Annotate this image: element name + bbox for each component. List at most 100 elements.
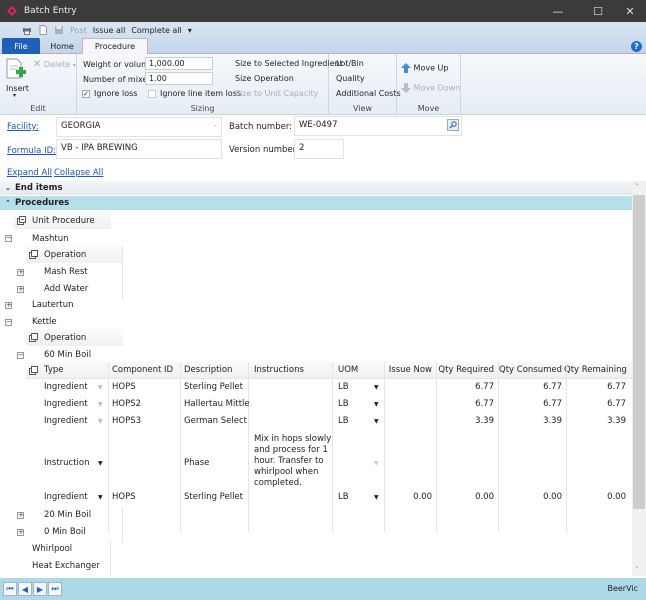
new-document-icon[interactable] (38, 25, 48, 35)
column-header-component-id[interactable]: Component ID (112, 365, 173, 375)
column-chooser-icon[interactable] (29, 250, 38, 259)
vertical-scrollbar[interactable]: ˄ ˅ (632, 181, 646, 576)
lookup-icon[interactable] (447, 119, 459, 131)
move-down-button[interactable]: Move Down (401, 83, 460, 93)
operation-20-min-boil[interactable]: 20 Min Boil (44, 510, 91, 520)
column-header-instructions[interactable]: Instructions (254, 365, 304, 375)
operation-0-min-boil[interactable]: 0 Min Boil (44, 527, 86, 537)
customize-toolbar-button[interactable]: ▾ (188, 26, 192, 35)
table-row[interactable]: Ingredient ▼ HOPS3 German Select LB ▼ 3.… (26, 413, 632, 430)
column-chooser-icon[interactable] (29, 333, 38, 342)
next-record-button[interactable]: ▶ (33, 582, 47, 596)
save-icon[interactable] (54, 25, 64, 35)
facility-select[interactable]: GEORGIA - (56, 117, 222, 137)
column-header-type[interactable]: Type (44, 365, 64, 375)
scrollbar-thumb[interactable] (633, 195, 645, 509)
close-button[interactable]: ✕ (612, 0, 646, 22)
type-dropdown-icon[interactable]: ▼ (98, 401, 103, 408)
size-selected-ingredient-button[interactable]: Size to Selected Ingredient (235, 59, 343, 68)
last-record-button[interactable]: ⏭ (48, 582, 62, 596)
size-unit-capacity-button[interactable]: Size to Unit Capacity (235, 89, 318, 98)
issue-all-button[interactable]: Issue all (93, 26, 126, 35)
scroll-up-icon[interactable]: ˄ (635, 183, 639, 191)
unit-mashtun[interactable]: Mashtun (32, 234, 68, 244)
delete-button[interactable]: ✕ Delete ▾ (33, 59, 76, 70)
post-button[interactable]: Post (70, 26, 87, 35)
formula-id-input[interactable]: VB - IPA BREWING (56, 139, 222, 159)
expand-toggle[interactable]: + (17, 529, 24, 536)
column-header-issue-now[interactable]: Issue Now (386, 365, 432, 375)
column-header-qty-remaining[interactable]: Qty Remaining (564, 365, 627, 375)
column-header-qty-consumed[interactable]: Qty Consumed (496, 365, 562, 375)
column-chooser-icon[interactable] (17, 216, 26, 225)
unit-heat-exchanger[interactable]: Heat Exchanger (32, 561, 100, 571)
batch-number-input[interactable]: WE-0497 (294, 116, 462, 136)
table-row[interactable]: Ingredient ▼ HOPS2 Hallertau Mittlefr LB… (26, 396, 632, 413)
type-dropdown-icon[interactable]: ▼ (98, 418, 103, 425)
expand-all-link[interactable]: Expand All (7, 168, 52, 178)
formula-id-link[interactable]: Formula ID: (7, 146, 56, 156)
ignore-loss-checkbox[interactable]: ✓ (82, 90, 90, 98)
column-header-uom[interactable]: UOM (338, 365, 358, 375)
arrow-up-icon (401, 63, 411, 73)
quality-button[interactable]: Quality (336, 74, 365, 83)
table-row[interactable]: Ingredient ▼ HOPS Sterling Pellet LB ▼ 0… (26, 489, 632, 506)
uom-dropdown-icon[interactable]: ▼ (374, 460, 379, 467)
expand-toggle[interactable]: + (5, 302, 12, 309)
table-row[interactable]: Instruction ▼ Phase Mix in hops slowly a… (26, 430, 632, 498)
arrow-down-icon (401, 83, 411, 93)
operation-mash-rest[interactable]: Mash Rest (44, 267, 88, 277)
expand-toggle[interactable]: + (17, 269, 24, 276)
unit-lautertun[interactable]: Lautertun (32, 300, 74, 310)
previous-record-button[interactable]: ◀ (18, 582, 32, 596)
operation-60-min-boil[interactable]: 60 Min Boil (44, 350, 91, 360)
type-dropdown-icon[interactable]: ▼ (98, 384, 103, 391)
uom-dropdown-icon[interactable]: ▼ (374, 384, 379, 391)
additional-costs-button[interactable]: Additional Costs (336, 89, 401, 98)
first-record-button[interactable]: ⏮ (3, 582, 17, 596)
mixes-input[interactable]: 1.00 (145, 72, 213, 85)
table-row[interactable]: Ingredient ▼ HOPS Sterling Pellet LB ▼ 6… (26, 379, 632, 396)
uom-dropdown-icon[interactable]: ▼ (374, 494, 379, 501)
complete-all-button[interactable]: Complete all (131, 26, 181, 35)
current-user: BeerVic (607, 584, 638, 593)
collapse-toggle[interactable]: − (5, 235, 12, 242)
ignore-loss-label: Ignore loss (94, 89, 138, 98)
facility-link[interactable]: Facility: (7, 122, 39, 132)
operation-add-water[interactable]: Add Water (44, 284, 88, 294)
size-operation-button[interactable]: Size Operation (235, 74, 294, 83)
maximize-button[interactable]: ☐ (580, 0, 616, 22)
expand-toggle[interactable]: + (17, 512, 24, 519)
version-number-input[interactable]: 2 (294, 139, 344, 159)
type-dropdown-icon[interactable]: ▼ (98, 494, 103, 501)
print-icon[interactable] (22, 25, 32, 35)
ignore-line-loss-checkbox[interactable] (148, 90, 156, 98)
column-header-description[interactable]: Description (184, 365, 232, 375)
uom-dropdown-icon[interactable]: ▼ (374, 418, 379, 425)
insert-button[interactable]: Insert ▾ (5, 58, 29, 102)
tab-home[interactable]: Home (42, 38, 82, 54)
scroll-down-icon[interactable]: ˅ (635, 566, 639, 574)
unit-kettle[interactable]: Kettle (32, 317, 57, 327)
window-title: Batch Entry (24, 6, 77, 16)
instructions-text[interactable]: Mix in hops slowly and process for 1 hou… (254, 434, 342, 489)
weight-input[interactable]: 1,000.00 (145, 57, 213, 70)
minimize-button[interactable]: — (540, 0, 576, 22)
column-header-qty-required[interactable]: Qty Required (436, 365, 494, 375)
expand-toggle[interactable]: + (17, 286, 24, 293)
uom-dropdown-icon[interactable]: ▼ (374, 401, 379, 408)
ribbon-group-view: Lot/Bin Quality Additional Costs View (329, 54, 401, 115)
collapse-toggle[interactable]: − (5, 319, 12, 326)
unit-whirlpool[interactable]: Whirlpool (32, 544, 72, 554)
column-chooser-icon[interactable] (29, 366, 38, 375)
tab-procedure[interactable]: Procedure (82, 38, 148, 54)
type-dropdown-icon[interactable]: ▼ (98, 460, 103, 467)
collapse-toggle[interactable]: − (17, 352, 24, 359)
tab-file[interactable]: File (2, 38, 40, 54)
move-up-button[interactable]: Move Up (401, 63, 448, 73)
collapse-all-link[interactable]: Collapse All (54, 168, 103, 178)
lot-bin-button[interactable]: Lot/Bin (336, 59, 364, 68)
section-procedures[interactable]: ⌃ Procedures (0, 196, 632, 210)
help-icon[interactable]: ? (631, 41, 642, 52)
section-end-items[interactable]: ⌄ End items (0, 181, 632, 195)
